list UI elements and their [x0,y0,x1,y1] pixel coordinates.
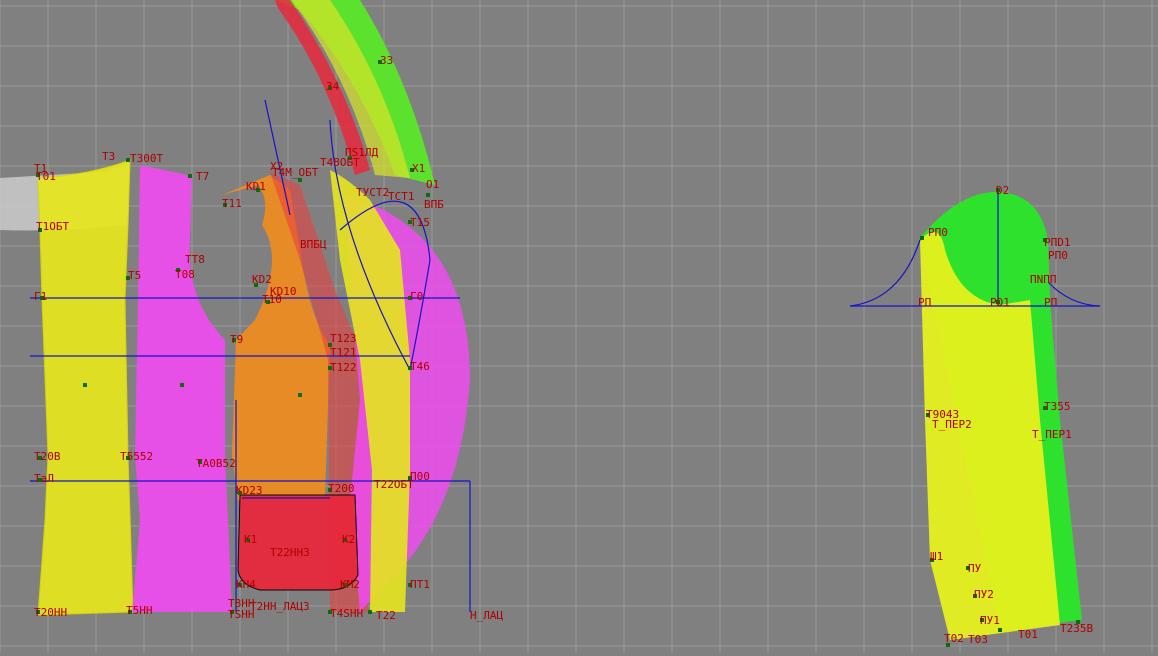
label-pu2: ПУ2 [974,588,994,601]
label-34: 34 [326,80,340,93]
label-t121: T121 [330,346,357,359]
label-pt1: ПT1 [410,578,430,591]
label-pu1: ПУ1 [980,614,1000,627]
label-t08: T08 [175,268,195,281]
label-sh1: Ш1 [930,550,943,563]
label-rp-right: PП [1044,296,1057,309]
control-point[interactable] [426,193,430,197]
control-point[interactable] [368,610,372,614]
label-t20nn: T20HH [34,606,67,619]
label-g1: Г1 [34,290,47,303]
label-t1obt: T1OБT [36,220,69,233]
pattern-canvas[interactable]: T1 T01 T3 T300T T7 T1OБT T5 TT8 T08 Г1 K… [0,0,1158,652]
label-t5: T5 [128,269,141,282]
label-k1: K1 [244,533,257,546]
label-rp0-right: PП0 [1048,249,1068,262]
label-x1: X1 [412,162,425,175]
label-ta0852: TA0B52 [196,457,236,470]
label-t7: T7 [196,170,209,183]
label-t-per2: T_ПEP2 [932,418,972,431]
label-t-per1: T_ПEP1 [1032,428,1072,441]
control-point[interactable] [920,236,924,240]
label-p00: П00 [410,470,430,483]
label-vpbc: BПБЦ [300,238,327,251]
label-t03: T03 [968,633,988,646]
label-t123: T123 [330,332,357,345]
label-t20b: T20B [34,450,61,463]
label-33: 33 [380,54,393,67]
label-o1: O1 [426,178,439,191]
label-d2: D2 [996,184,1009,197]
label-rp0: PП0 [928,226,948,239]
label-t300t: T300T [130,152,163,165]
label-t02: T02 [944,632,964,645]
label-t10: T10 [262,293,282,306]
label-rpd1: PПD1 [1044,236,1071,249]
label-t5shh: TSHH [228,608,255,621]
label-t15: T15 [410,216,430,229]
label-kd2: KD2 [252,273,272,286]
label-t46: T46 [410,360,430,373]
label-t01: T01 [36,170,56,183]
label-t9: T9 [230,333,243,346]
label-t4shh: T4SHH [330,607,363,620]
label-t22: T22 [376,609,396,622]
label-tyst2: TУCT2 [356,186,389,199]
label-t235b: T235B [1060,622,1093,635]
label-t5nn: T5HH [126,604,153,617]
label-t355: T355 [1044,400,1071,413]
label-t5552: T5552 [120,450,153,463]
label-pnpp: ПNПП [1030,273,1057,286]
label-tcst1: TCT1 [388,190,415,203]
label-t2nn-lac: T2HH_ЛAЦ3 [250,600,310,613]
label-pu: ПУ [968,562,982,575]
label-t01-sleeve: T01 [1018,628,1038,641]
label-vpb: BПБ [424,198,444,211]
label-tt8: TT8 [185,253,205,266]
label-t11: T11 [222,197,242,210]
label-kd1: KD1 [246,180,266,193]
label-t22hh3: T22HH3 [270,546,310,559]
label-t22obt: T22OБT [374,478,414,491]
control-point[interactable] [83,383,87,387]
label-t3: T3 [102,150,115,163]
label-kd23: KD23 [236,484,263,497]
label-t200: T200 [328,482,355,495]
control-point[interactable] [998,628,1002,632]
label-km2: KM2 [340,578,360,591]
control-point[interactable] [180,383,184,387]
label-kh4: KH4 [236,578,256,591]
label-ps1ld: ПS1ЛД [345,146,378,159]
label-t4m-obt: T4M_OБT [272,166,319,179]
drawing-area[interactable]: T1 T01 T3 T300T T7 T1OБT T5 TT8 T08 Г1 K… [0,0,1158,652]
label-tal: TaЛ [34,472,54,485]
label-n-lac: H_ЛAЦ [470,609,503,622]
label-t122: T122 [330,361,357,374]
label-k2: K2 [342,533,355,546]
side-piece-magenta[interactable] [132,165,232,612]
label-g0: Г0 [410,290,423,303]
label-rp-left: PП [918,296,931,309]
label-rd1: PD1 [990,296,1010,309]
control-point[interactable] [298,393,302,397]
control-point[interactable] [188,174,192,178]
